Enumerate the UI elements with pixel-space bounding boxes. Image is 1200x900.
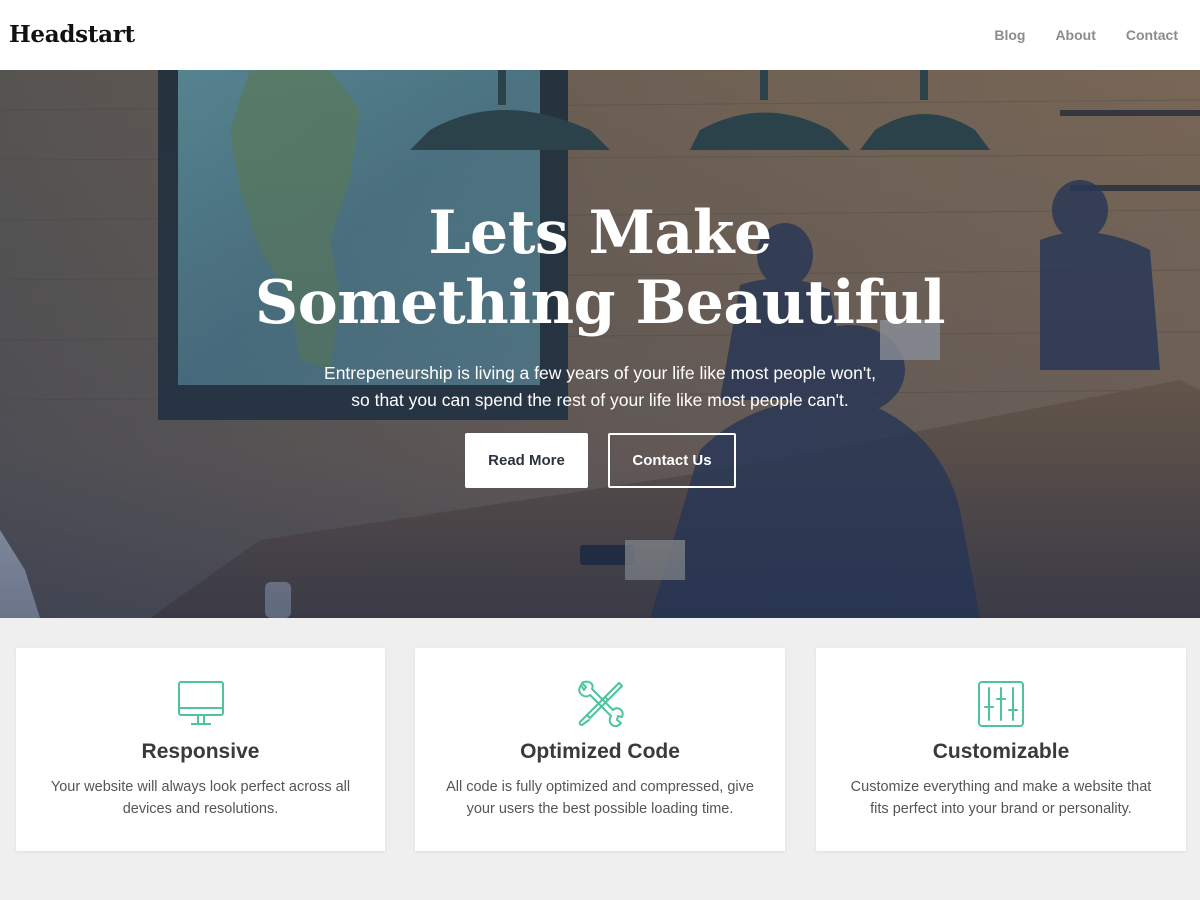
feature-title: Responsive — [141, 740, 260, 763]
feature-card-responsive: Responsive Your website will always look… — [16, 648, 385, 851]
tools-icon — [578, 680, 624, 728]
feature-description: All code is fully optimized and compress… — [445, 776, 755, 820]
site-logo[interactable]: Headstart — [9, 18, 135, 52]
feature-description: Your website will always look perfect ac… — [46, 776, 355, 820]
hero-subtitle-line-2: so that you can spend the rest of your l… — [351, 390, 849, 410]
feature-card-optimized-code: Optimized Code All code is fully optimiz… — [415, 648, 785, 851]
contact-us-button[interactable]: Contact Us — [608, 433, 736, 488]
feature-description-line-2: fits perfect into your brand or personal… — [870, 801, 1132, 817]
hero-title-line-2: Something Beautiful — [254, 268, 946, 338]
hero-section: Lets Make Something Beautiful Entrepeneu… — [0, 70, 1200, 618]
feature-title: Customizable — [932, 740, 1070, 763]
site-header: Headstart Blog About Contact — [0, 0, 1200, 70]
nav-blog-link[interactable]: Blog — [994, 24, 1025, 46]
nav-contact-link[interactable]: Contact — [1126, 24, 1178, 46]
feature-description-line-1: Your website will always look perfect ac… — [50, 779, 351, 795]
feature-title: Optimized Code — [520, 740, 680, 763]
hero-subtitle: Entrepeneurship is living a few years of… — [0, 360, 1200, 414]
read-more-button[interactable]: Read More — [465, 433, 588, 488]
hero-title: Lets Make Something Beautiful — [0, 198, 1200, 338]
feature-description-line-1: Customize everything and make a website … — [850, 779, 1152, 795]
feature-description-line-2: devices and resolutions. — [122, 801, 279, 817]
feature-description-line-2: your users the best possible loading tim… — [466, 801, 734, 817]
feature-description: Customize everything and make a website … — [846, 776, 1156, 820]
monitor-icon — [177, 681, 224, 725]
hero-background-image — [0, 70, 1200, 618]
hero-title-line-1: Lets Make — [428, 198, 772, 268]
sliders-icon — [978, 681, 1024, 727]
main-nav: Blog About Contact — [994, 24, 1178, 46]
hero-subtitle-line-1: Entrepeneurship is living a few years of… — [324, 363, 876, 383]
nav-about-link[interactable]: About — [1055, 24, 1095, 46]
feature-card-customizable: Customizable Customize everything and ma… — [816, 648, 1186, 851]
feature-description-line-1: All code is fully optimized and compress… — [446, 779, 754, 795]
